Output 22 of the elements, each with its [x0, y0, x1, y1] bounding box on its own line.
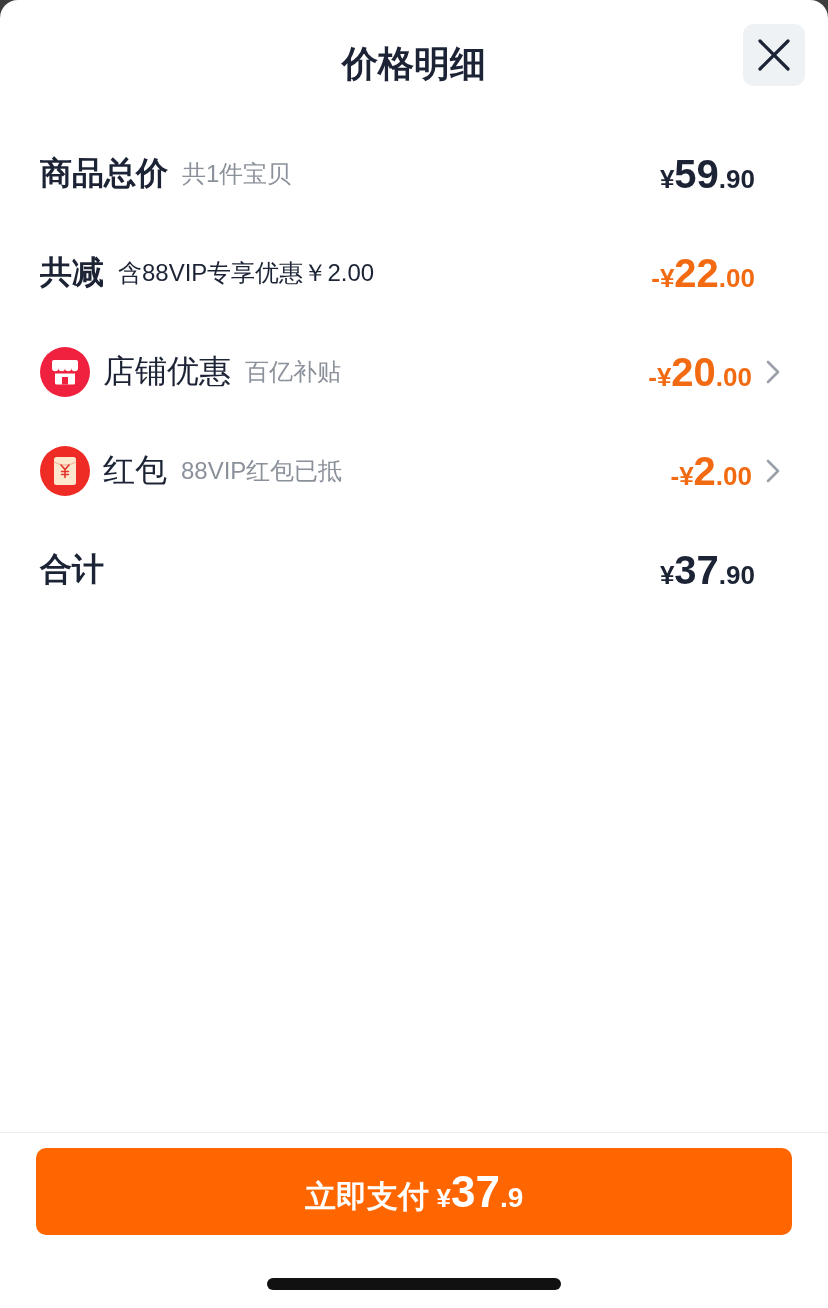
price-amount: -¥2.00 [670, 450, 752, 491]
item-note: 百亿补贴 [245, 356, 341, 387]
chevron-icon[interactable] [766, 458, 780, 483]
item-label: 合计 [40, 549, 104, 589]
item-note: 含88VIP专享优惠￥2.00 [118, 257, 375, 288]
item-note: 88VIP红包已抵 [181, 455, 343, 486]
shop-icon [40, 346, 90, 397]
item-label: 共减 [40, 252, 104, 292]
item-label: 店铺优惠 [103, 351, 231, 391]
item-label: 红包 [103, 450, 167, 490]
item-label: 商品总价 [40, 153, 168, 193]
close-icon [757, 38, 791, 72]
price-amount: -¥20.00 [648, 351, 752, 392]
item-note: 共1件宝贝 [182, 158, 292, 189]
close-button[interactable] [743, 24, 805, 86]
price-amount: -¥22.00 [651, 252, 755, 293]
chevron-icon[interactable] [766, 359, 780, 384]
price-amount: ¥59.90 [659, 153, 755, 194]
price-amount: ¥37.90 [659, 549, 755, 590]
sheet-title: 价格明细 [342, 42, 486, 86]
pay-button[interactable]: 立即支付 ¥37.9 [36, 1148, 792, 1235]
envelope-icon [40, 445, 90, 496]
